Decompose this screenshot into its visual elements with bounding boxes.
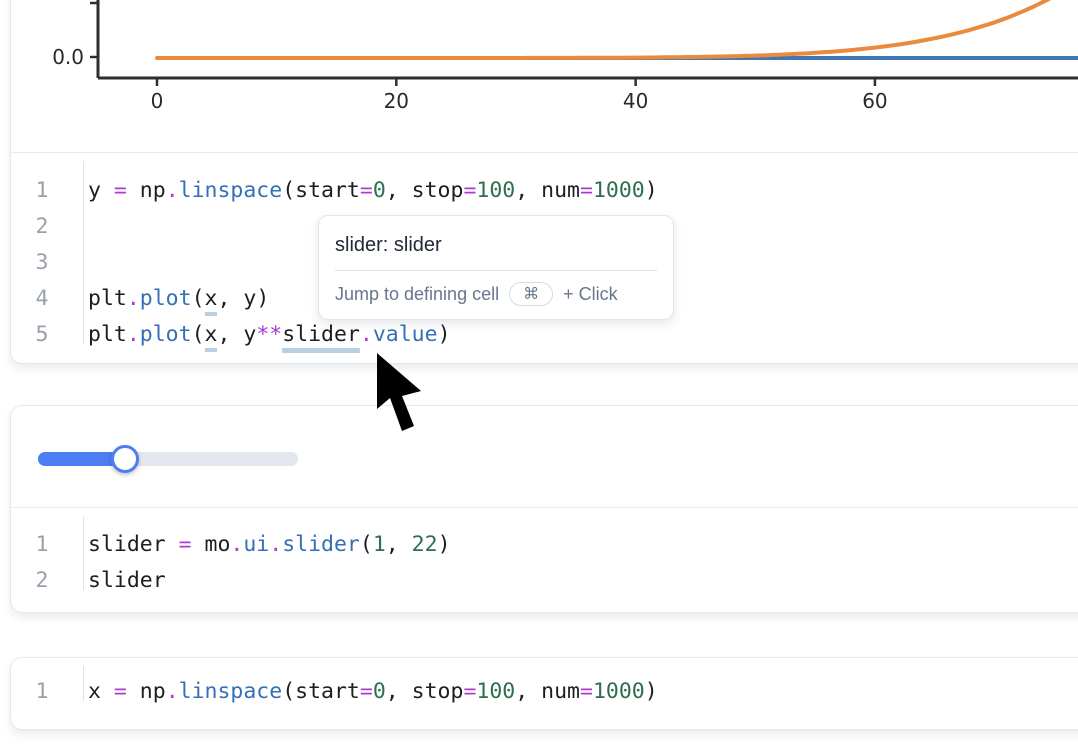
code-line[interactable]: 5plt.plot(x, y**slider.value) [11,316,1078,352]
code-token: , y) [217,286,269,311]
code-token: . [269,532,282,557]
tooltip-shortcut-suffix: + Click [563,284,618,305]
code-token: = [179,532,192,557]
code-token: . [166,679,179,704]
code-token: = [580,679,593,704]
series-line-orange [157,0,1072,58]
code-token: . [230,532,243,557]
x-tick-label: 60 [862,89,887,113]
code-token: linspace [179,178,283,203]
cell-card-x: 1x = np.linspace(start=0, stop=100, num=… [10,657,1078,730]
code-token: 22 [412,532,438,557]
code-token: np [127,679,166,704]
line-number: 1 [11,532,73,557]
code-token: ( [192,322,205,347]
x-tick-label: 20 [384,89,409,113]
code-editor-x[interactable]: 1x = np.linspace(start=0, stop=100, num=… [11,658,1078,709]
matplotlib-figure-output: 0.0 0 20 40 60 [0,0,1078,152]
code-token: ) [438,532,451,557]
code-token: , [386,532,412,557]
code-token: ( [360,532,373,557]
code-token: . [166,178,179,203]
code-token: 100 [476,679,515,704]
code-token: 100 [476,178,515,203]
code-token: = [463,679,476,704]
tooltip-title: slider: slider [335,232,657,258]
y-tick-label: 0.0 [52,45,84,69]
code-token: 0 [373,679,386,704]
code-token: slider [88,568,166,593]
code-token: plot [140,286,192,311]
code-editor-slider[interactable]: 1slider = mo.ui.slider(1, 22)2slider [11,508,1078,598]
gutter-divider [83,516,84,590]
code-token: 1000 [593,679,645,704]
variable-tooltip: slider: slider Jump to defining cell ⌘ +… [318,215,674,320]
code-token: ui [243,532,269,557]
code-token: , y [217,322,256,347]
code-token: slider [88,532,179,557]
line-number: 1 [11,679,73,704]
gutter-divider [83,666,84,701]
code-line[interactable]: 1slider = mo.ui.slider(1, 22) [11,526,1078,562]
command-key-badge: ⌘ [509,282,553,306]
code-token: ) [438,322,451,347]
command-key-icon: ⌘ [523,284,539,304]
code-token: 1 [373,532,386,557]
code-line[interactable]: 1x = np.linspace(start=0, stop=100, num=… [11,673,1078,709]
code-token: . [127,286,140,311]
line-number: 5 [11,322,73,347]
code-token: plt [88,286,127,311]
code-token: 0 [373,178,386,203]
code-token: 1000 [593,178,645,203]
line-number: 1 [11,178,73,203]
code-line[interactable]: 1y = np.linspace(start=0, stop=100, num=… [11,172,1078,208]
cell-card-slider: 1slider = mo.ui.slider(1, 22)2slider [10,405,1078,613]
code-token: . [360,322,373,347]
code-token: linspace [179,679,283,704]
code-token: , stop [386,679,464,704]
line-number: 4 [11,286,73,311]
code-token: , num [515,679,580,704]
line-number: 2 [11,214,73,239]
code-token: = [463,178,476,203]
code-token: mo [192,532,231,557]
x-tick-label: 0 [151,89,164,113]
code-token: (start [282,178,360,203]
code-token: x [205,322,218,352]
code-token: y [88,178,114,203]
code-line[interactable]: 2 slider [11,562,1078,598]
slider-track[interactable] [38,452,298,466]
code-token: . [127,322,140,347]
code-token: = [360,679,373,704]
line-number: 2 [11,568,73,593]
code-token: slider [282,532,360,557]
code-token: ** [256,322,282,347]
code-token: , stop [386,178,464,203]
code-token: slider [282,322,360,353]
code-token: x [205,286,218,316]
code-token: ) [645,178,658,203]
code-token: value [373,322,438,347]
code-token: , num [515,178,580,203]
code-token: = [580,178,593,203]
code-token: plt [88,322,127,347]
code-token: = [114,178,127,203]
code-token: = [114,679,127,704]
gutter-divider [83,161,84,344]
code-token: np [127,178,166,203]
code-token: (start [282,679,360,704]
x-tick-label: 40 [623,89,648,113]
tooltip-divider [335,270,657,271]
code-token: = [360,178,373,203]
code-token: x [88,679,114,704]
code-token: ) [645,679,658,704]
tooltip-action-label[interactable]: Jump to defining cell [335,284,499,305]
line-number: 3 [11,250,73,275]
slider-thumb[interactable] [111,445,139,473]
code-token: ( [192,286,205,311]
code-token: plot [140,322,192,347]
